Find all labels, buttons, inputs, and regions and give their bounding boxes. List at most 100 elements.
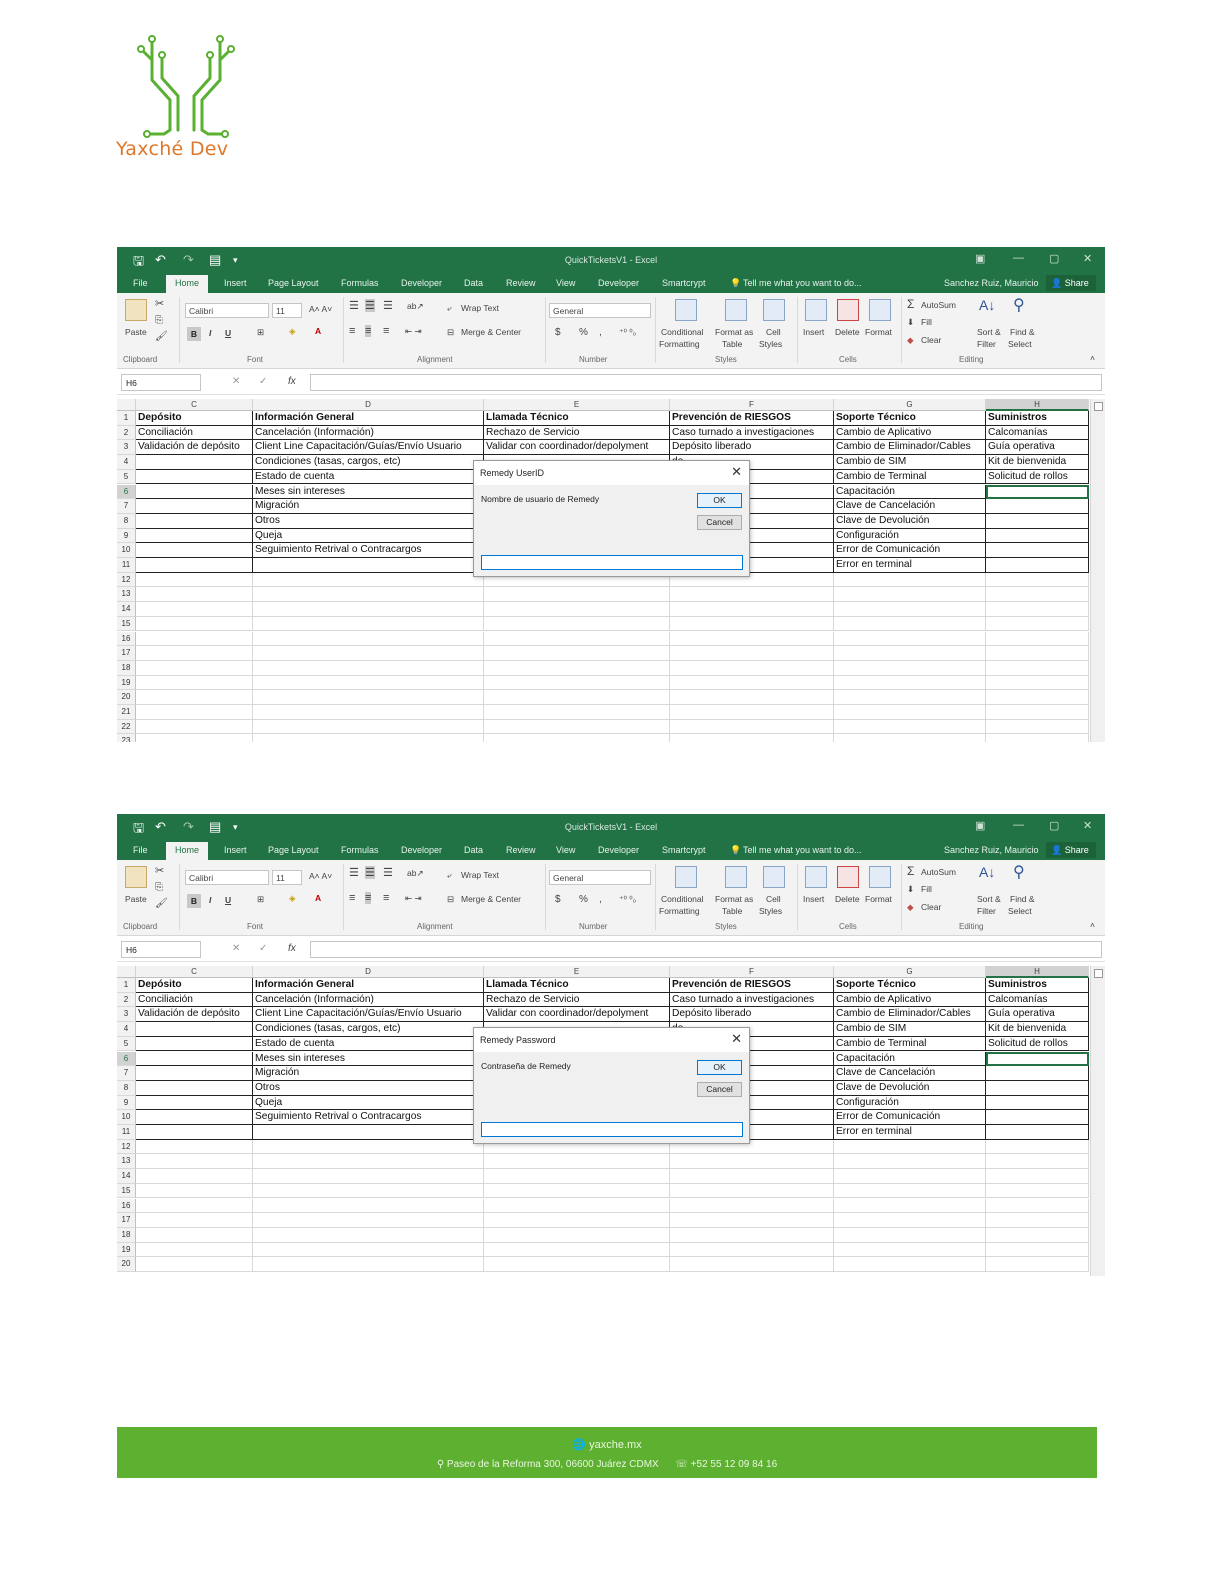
cell[interactable] (253, 587, 484, 603)
vertical-scrollbar[interactable] (1090, 966, 1105, 1276)
cell[interactable] (986, 572, 1089, 588)
decimal-icon[interactable]: ⁺⁰ ⁰₀ (619, 327, 636, 338)
share-button[interactable]: 👤 Share (1046, 842, 1096, 858)
cell[interactable] (136, 572, 253, 588)
italic-button[interactable]: I (209, 895, 211, 905)
row-number[interactable]: 11 (117, 1125, 136, 1140)
cell[interactable] (136, 690, 253, 705)
cancel-button[interactable]: Cancel (697, 515, 742, 530)
cell[interactable] (253, 1242, 484, 1258)
cell[interactable] (670, 1257, 834, 1272)
conditional-formatting-icon[interactable] (675, 866, 697, 888)
cell[interactable] (834, 646, 986, 661)
currency-button[interactable]: $ (555, 894, 561, 905)
cell[interactable]: Validar con coordinador/depolyment (484, 1007, 670, 1023)
format-as-table-icon[interactable] (725, 866, 747, 888)
tab-home[interactable]: Home (166, 842, 209, 860)
row-number[interactable]: 11 (117, 558, 136, 573)
align-bottom-icon[interactable]: ☰ (383, 299, 393, 312)
column-header-e[interactable]: E (484, 399, 670, 411)
cell-styles-label-2[interactable]: Styles (759, 906, 782, 916)
cell[interactable]: Error en terminal (834, 558, 986, 573)
insert-cells-label[interactable]: Insert (803, 327, 824, 337)
cell[interactable] (670, 1227, 834, 1243)
percent-button[interactable]: % (579, 327, 588, 338)
column-header-h[interactable]: H (986, 966, 1089, 978)
row-number[interactable]: 16 (117, 1198, 136, 1214)
paste-icon[interactable] (125, 299, 147, 321)
bold-button[interactable]: B (187, 327, 201, 341)
row-number[interactable]: 13 (117, 1154, 136, 1170)
cell[interactable] (986, 1154, 1089, 1170)
column-header-c[interactable]: C (136, 966, 253, 978)
find-label-1[interactable]: Find & (1010, 894, 1035, 904)
tab-formulas[interactable]: Formulas (341, 845, 379, 855)
autosum-button[interactable]: AutoSum (921, 300, 956, 310)
row-number[interactable]: 3 (117, 440, 136, 456)
close-icon[interactable]: ✕ (1083, 819, 1092, 832)
fill-icon[interactable]: ⬇ (907, 884, 914, 895)
row-number[interactable]: 9 (117, 1095, 136, 1111)
cell[interactable] (136, 602, 253, 617)
cancel-icon[interactable]: ✕ (232, 943, 240, 954)
userid-input[interactable] (481, 555, 743, 570)
cell[interactable]: Error de Comunicación (834, 543, 986, 558)
align-bottom-icon[interactable]: ☰ (383, 866, 393, 879)
maximize-icon[interactable]: ▢ (1049, 252, 1059, 265)
delete-cells-icon[interactable] (837, 299, 859, 321)
cell[interactable] (986, 1095, 1089, 1111)
copy-icon[interactable]: ⎘ (155, 315, 163, 326)
cell[interactable] (253, 1257, 484, 1272)
cell[interactable] (986, 1213, 1089, 1228)
cell[interactable] (136, 646, 253, 661)
row-number[interactable]: 8 (117, 513, 136, 529)
tab-file[interactable]: File (133, 845, 148, 855)
row-number[interactable]: 1 (117, 411, 136, 426)
autosum-button[interactable]: AutoSum (921, 867, 956, 877)
cell[interactable]: Client Line Capacitación/Guías/Envío Usu… (253, 440, 484, 456)
scroll-up-icon[interactable] (1094, 402, 1103, 411)
bold-button[interactable]: B (187, 894, 201, 908)
ribbon-display-icon[interactable]: ▣ (975, 819, 985, 832)
cell[interactable] (986, 646, 1089, 661)
cell[interactable] (670, 675, 834, 691)
cell[interactable] (834, 705, 986, 720)
align-center-icon[interactable]: ≡ (365, 325, 372, 337)
paste-icon[interactable] (125, 866, 147, 888)
row-number[interactable]: 16 (117, 631, 136, 647)
cell[interactable] (253, 1125, 484, 1140)
cell[interactable]: Cambio de Eliminador/Cables (834, 1007, 986, 1023)
cell[interactable]: Cancelación (Información) (253, 425, 484, 441)
align-middle-icon[interactable]: ☰ (365, 866, 375, 879)
row-number[interactable]: 18 (117, 1227, 136, 1243)
cell[interactable] (986, 1198, 1089, 1214)
cell[interactable]: Kit de bienvenida (986, 1022, 1089, 1037)
header-cell[interactable]: Información General (253, 978, 484, 993)
cell[interactable] (986, 1242, 1089, 1258)
fill-color-icon[interactable]: ◈ (289, 326, 296, 337)
cell[interactable]: Meses sin intereses (253, 484, 484, 500)
tab-formulas[interactable]: Formulas (341, 278, 379, 288)
row-number[interactable]: 23 (117, 734, 136, 742)
cell[interactable]: Guía operativa (986, 1007, 1089, 1023)
formula-input[interactable] (310, 374, 1102, 391)
enter-icon[interactable]: ✓ (259, 943, 267, 954)
insert-cells-icon[interactable] (805, 299, 827, 321)
cell[interactable]: Clave de Devolución (834, 513, 986, 529)
wrap-text-button[interactable]: Wrap Text (461, 303, 499, 313)
cell[interactable] (670, 1183, 834, 1199)
cell[interactable] (670, 631, 834, 647)
cancel-icon[interactable]: ✕ (232, 376, 240, 387)
format-cells-label[interactable]: Format (865, 894, 892, 904)
cell[interactable] (136, 499, 253, 514)
maximize-icon[interactable]: ▢ (1049, 819, 1059, 832)
share-button[interactable]: 👤 Share (1046, 275, 1096, 291)
comma-button[interactable]: , (599, 894, 602, 905)
cell[interactable] (834, 1257, 986, 1272)
sort-label-1[interactable]: Sort & (977, 894, 1001, 904)
row-number[interactable]: 2 (117, 992, 136, 1008)
cell[interactable] (484, 1242, 670, 1258)
row-number[interactable]: 6 (117, 1051, 136, 1067)
find-select-icon[interactable]: ⚲ (1013, 295, 1025, 315)
cell[interactable] (834, 587, 986, 603)
